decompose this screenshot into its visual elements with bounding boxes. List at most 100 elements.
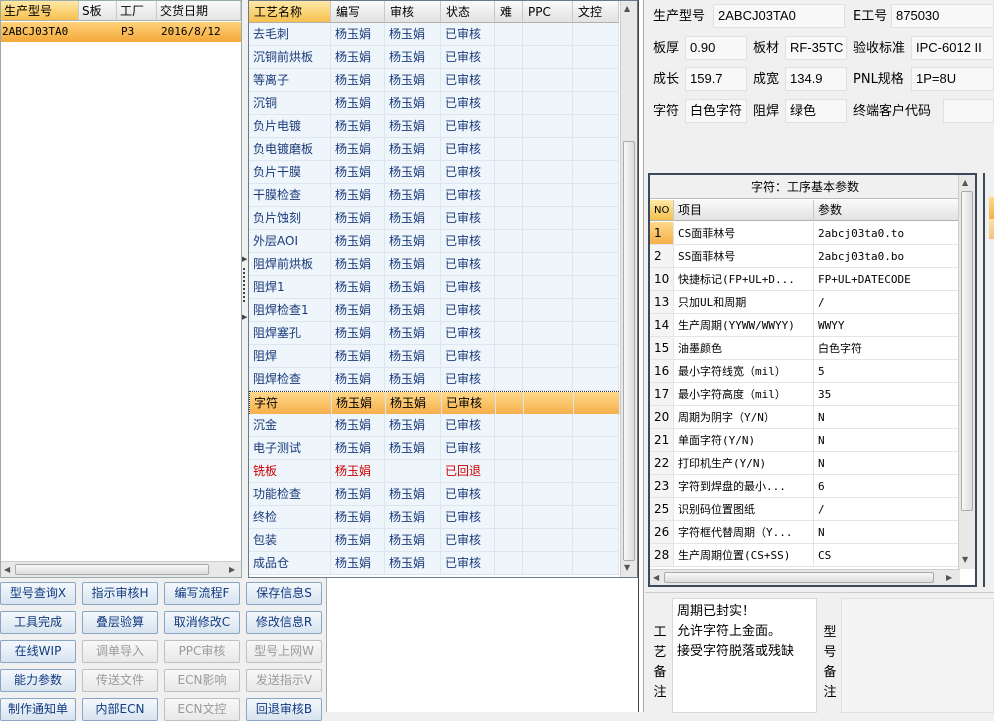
process-remark-text[interactable]: 周期已封实！ 允许字符上金面。 接受字符脱落或残缺	[672, 598, 817, 713]
param-item[interactable]: 识别码位置图纸	[674, 498, 814, 521]
process-row[interactable]: 外层AOI 杨玉娟 杨玉娟 已审核	[249, 230, 619, 253]
param-value[interactable]: CS	[814, 544, 960, 567]
param-value[interactable]: 2abcj03ta0.bo	[814, 245, 960, 268]
param-item[interactable]: 最小字符高度（mil）	[674, 383, 814, 406]
col-header-item[interactable]: 项目	[674, 200, 814, 221]
param-no[interactable]: 10	[650, 268, 674, 291]
param-no[interactable]: 17	[650, 383, 674, 406]
col-header-status[interactable]: 状态	[441, 1, 495, 23]
param-no[interactable]: 13	[650, 291, 674, 314]
param-no[interactable]: 28	[650, 544, 674, 567]
col-header-doc-control[interactable]: 文控	[573, 1, 619, 23]
process-row[interactable]: 终检 杨玉娟 杨玉娟 已审核	[249, 506, 619, 529]
model-row-selected[interactable]: 2ABCJ03TA0 P3 2016/8/12	[1, 22, 241, 42]
param-item[interactable]: 生产周期(YYWW/WWYY)	[674, 314, 814, 337]
process-row[interactable]: 铣板 杨玉娟 已回退	[249, 460, 619, 483]
process-row[interactable]: 阻焊塞孔 杨玉娟 杨玉娟 已审核	[249, 322, 619, 345]
action-button[interactable]: 在线WIP	[0, 640, 76, 663]
process-row[interactable]: 去毛刺 杨玉娟 杨玉娟 已审核	[249, 23, 619, 46]
standard-field[interactable]: IPC-6012 II	[911, 36, 994, 60]
model-remark-text[interactable]	[841, 598, 994, 713]
process-row[interactable]: 负电镀磨板 杨玉娟 杨玉娟 已审核	[249, 138, 619, 161]
action-button[interactable]: 能力参数	[0, 669, 76, 692]
process-row[interactable]: 包装 杨玉娟 杨玉娟 已审核	[249, 529, 619, 552]
col-header-model[interactable]: 生产型号	[1, 1, 79, 21]
param-value[interactable]: 35	[814, 383, 960, 406]
action-button[interactable]: 型号查询X	[0, 582, 76, 605]
col-header-difficulty[interactable]: 难	[495, 1, 523, 23]
param-item[interactable]: 周期为阴字（Y/N）	[674, 406, 814, 429]
param-no[interactable]: 15	[650, 337, 674, 360]
param-no[interactable]: 26	[650, 521, 674, 544]
param-item[interactable]: 打印机生产(Y/N)	[674, 452, 814, 475]
scroll-thumb[interactable]	[623, 141, 635, 561]
process-row[interactable]: 阻焊检查 杨玉娟 杨玉娟 已审核	[249, 368, 619, 391]
param-value[interactable]: FP+UL+DATECODE	[814, 268, 960, 291]
action-button[interactable]: 修改信息R	[246, 611, 322, 634]
col-header-author[interactable]: 编写	[331, 1, 385, 23]
process-row[interactable]: 等离子 杨玉娟 杨玉娟 已审核	[249, 69, 619, 92]
char-field[interactable]: 白色字符	[685, 99, 747, 123]
left-horizontal-scrollbar[interactable]: ◀ ▶	[1, 561, 241, 577]
process-row[interactable]: 干膜检查 杨玉娟 杨玉娟 已审核	[249, 184, 619, 207]
process-row[interactable]: 阻焊前烘板 杨玉娟 杨玉娟 已审核	[249, 253, 619, 276]
param-no[interactable]: 22	[650, 452, 674, 475]
process-row[interactable]: 成品仓 杨玉娟 杨玉娟 已审核	[249, 552, 619, 575]
scroll-thumb[interactable]	[15, 564, 209, 575]
param-item[interactable]: 最小字符线宽（mil）	[674, 360, 814, 383]
params-vertical-scrollbar[interactable]: ▲ ▼	[958, 175, 975, 569]
action-button[interactable]: 内部ECN	[82, 698, 158, 721]
action-button[interactable]: 传送文件	[82, 669, 158, 692]
param-value[interactable]: N	[814, 452, 960, 475]
process-row[interactable]: 沉金 杨玉娟 杨玉娟 已审核	[249, 414, 619, 437]
params-grid[interactable]: 字符：工序基本参数 NO 项目 参数 1 CS面菲林号 2abcj03ta0.to 2…	[648, 173, 977, 587]
param-item[interactable]: 油墨颜色	[674, 337, 814, 360]
col-header-reviewer[interactable]: 审核	[385, 1, 441, 23]
scroll-left-arrow-icon[interactable]: ◀	[4, 565, 10, 574]
action-button[interactable]: 发送指示V	[246, 669, 322, 692]
param-no[interactable]: 23	[650, 475, 674, 498]
param-no[interactable]: 21	[650, 429, 674, 452]
scroll-right-arrow-icon[interactable]: ▶	[946, 573, 952, 582]
process-row[interactable]: 沉铜 杨玉娟 杨玉娟 已审核	[249, 92, 619, 115]
action-button[interactable]: 叠层验算	[82, 611, 158, 634]
action-button[interactable]: 取消修改C	[164, 611, 240, 634]
param-no[interactable]: 16	[650, 360, 674, 383]
param-value[interactable]: N	[814, 429, 960, 452]
param-item[interactable]: 生产周期位置(CS+SS)	[674, 544, 814, 567]
process-row[interactable]: 沉铜前烘板 杨玉娟 杨玉娟 已审核	[249, 46, 619, 69]
param-no[interactable]: 14	[650, 314, 674, 337]
scroll-thumb[interactable]	[664, 572, 934, 583]
action-button[interactable]: ECN影响	[164, 669, 240, 692]
param-item[interactable]: 只加UL和周期	[674, 291, 814, 314]
col-header-delivery-date[interactable]: 交货日期	[157, 1, 241, 21]
col-header-process-name[interactable]: 工艺名称	[249, 1, 331, 23]
action-button[interactable]: 调单导入	[82, 640, 158, 663]
scroll-thumb[interactable]	[961, 191, 973, 511]
customer-code-field[interactable]	[943, 99, 994, 123]
param-value[interactable]: 白色字符	[814, 337, 960, 360]
param-value[interactable]: N	[814, 406, 960, 429]
model-list-grid[interactable]: 生产型号 S板 工厂 交货日期 2ABCJ03TA0 P3 2016/8/12 …	[0, 0, 242, 578]
action-button[interactable]: 制作通知单	[0, 698, 76, 721]
param-no[interactable]: 2	[650, 245, 674, 268]
scroll-up-arrow-icon[interactable]: ▲	[962, 178, 968, 187]
param-no[interactable]: 20	[650, 406, 674, 429]
e-number-field[interactable]: 875030	[891, 4, 994, 28]
process-row[interactable]: 阻焊1 杨玉娟 杨玉娟 已审核	[249, 276, 619, 299]
width-field[interactable]: 134.9	[785, 67, 847, 91]
action-button[interactable]: 回退审核B	[246, 698, 322, 721]
col-header-no[interactable]: NO	[650, 200, 674, 221]
length-field[interactable]: 159.7	[685, 67, 747, 91]
action-button[interactable]: PPC审核	[164, 640, 240, 663]
scroll-down-arrow-icon[interactable]: ▼	[962, 555, 968, 564]
col-header-s-board[interactable]: S板	[79, 1, 117, 21]
scroll-down-arrow-icon[interactable]: ▼	[624, 563, 630, 572]
scroll-up-arrow-icon[interactable]: ▲	[624, 4, 630, 13]
action-button[interactable]: 型号上网W	[246, 640, 322, 663]
process-row[interactable]: 字符 杨玉娟 杨玉娟 已审核	[249, 391, 620, 415]
param-value[interactable]: /	[814, 291, 960, 314]
process-row[interactable]: 功能检查 杨玉娟 杨玉娟 已审核	[249, 483, 619, 506]
process-row[interactable]: 负片干膜 杨玉娟 杨玉娟 已审核	[249, 161, 619, 184]
params-horizontal-scrollbar[interactable]: ◀ ▶	[650, 569, 960, 585]
